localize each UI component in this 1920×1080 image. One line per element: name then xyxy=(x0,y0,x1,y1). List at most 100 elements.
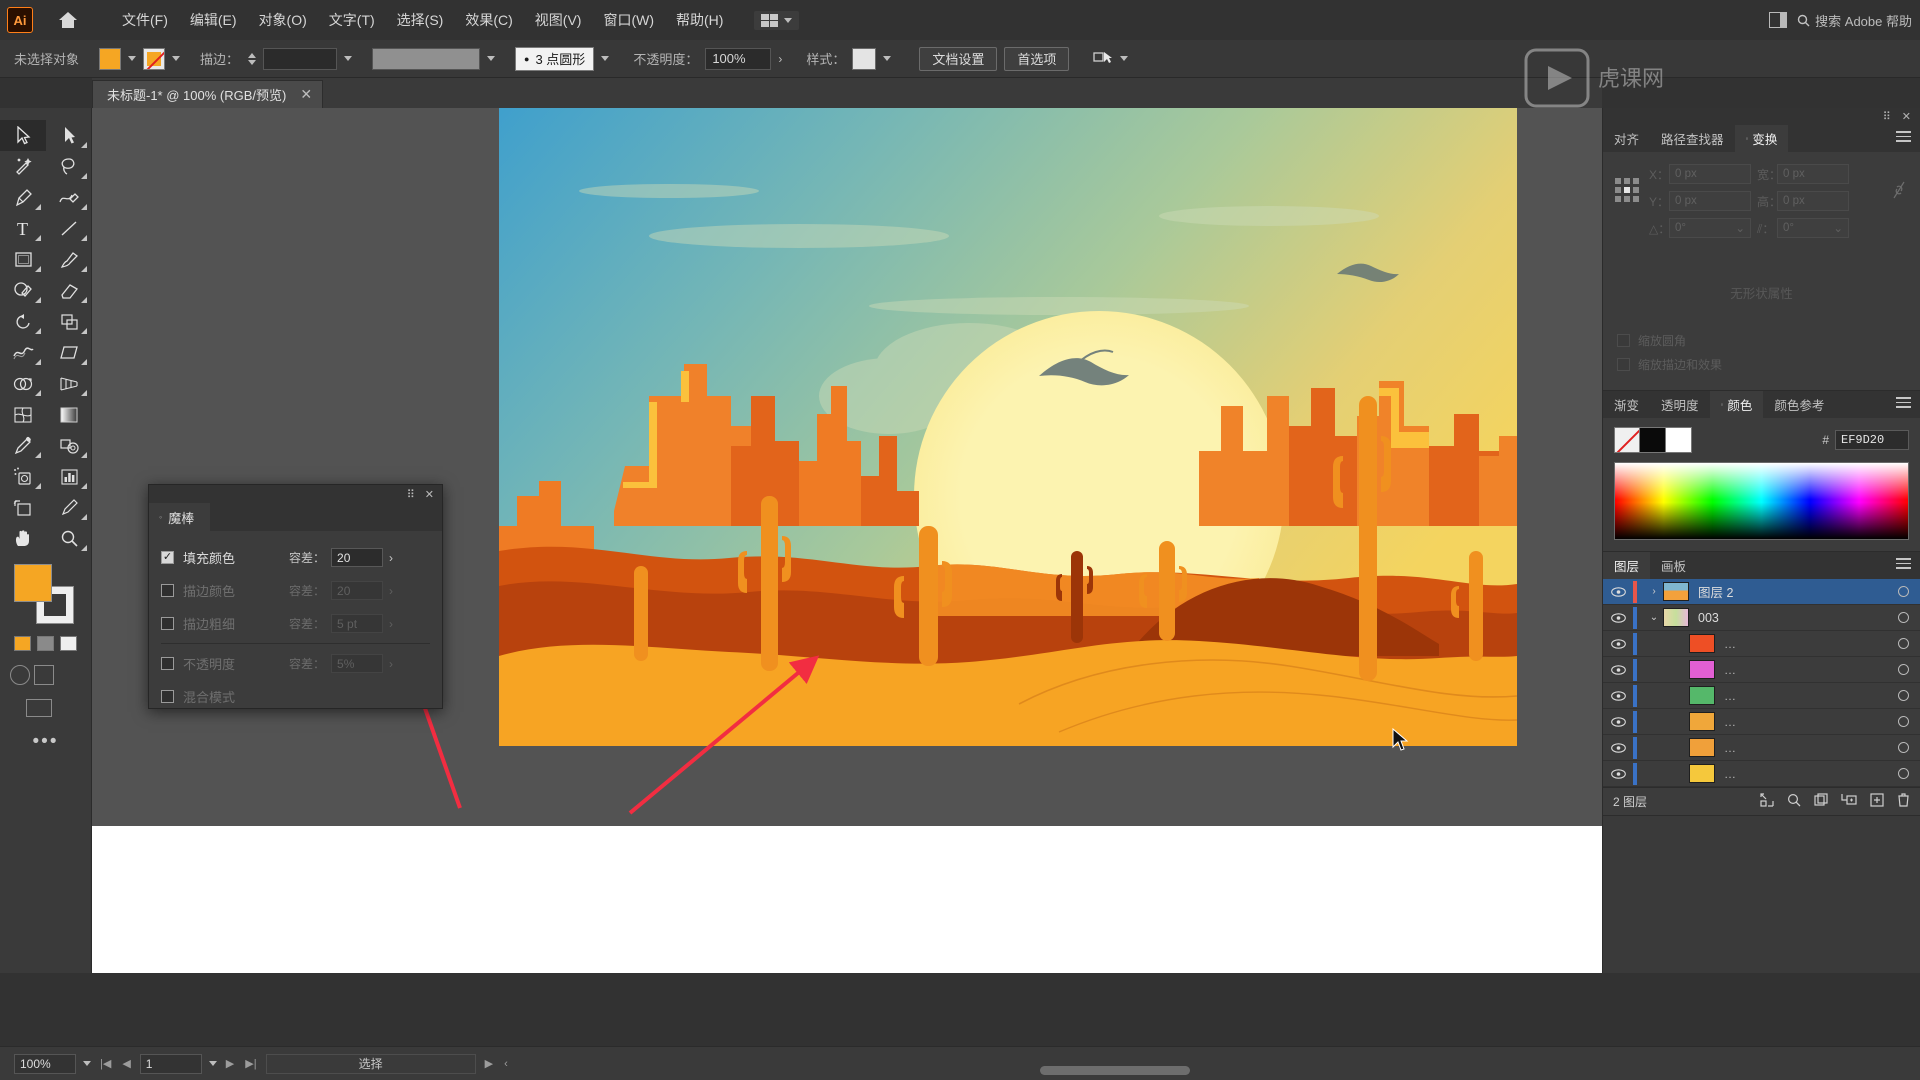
target-indicator[interactable] xyxy=(1886,716,1920,727)
scale-tool[interactable] xyxy=(46,306,92,337)
screen-mode-icon[interactable] xyxy=(26,699,52,717)
layer-name[interactable]: … xyxy=(1724,663,1738,677)
stroke-weight-input[interactable] xyxy=(263,47,338,70)
column-graph-tool[interactable] xyxy=(46,461,92,492)
app-logo[interactable]: Ai xyxy=(7,7,33,33)
eye-icon[interactable] xyxy=(1603,664,1633,675)
artboard-chevron-down-icon[interactable] xyxy=(208,1061,217,1066)
chevron-right-icon[interactable]: › xyxy=(1645,586,1663,597)
target-indicator[interactable] xyxy=(1886,664,1920,675)
layer-name[interactable]: … xyxy=(1724,689,1738,703)
layer-name[interactable]: 003 xyxy=(1698,611,1886,625)
status-expand-icon[interactable]: ▶ xyxy=(483,1057,495,1070)
make-clipping-mask-icon[interactable] xyxy=(1814,793,1828,810)
stroke-profile-chevron-down-icon[interactable] xyxy=(487,56,496,61)
scale-strokes-effects-option[interactable]: 缩放描边和效果 xyxy=(1617,356,1906,373)
tab-color[interactable]: ◦ 颜色 xyxy=(1709,391,1764,418)
layer-name[interactable]: … xyxy=(1724,715,1738,729)
document-tab[interactable]: 未标题-1* @ 100% (RGB/预览) ✕ xyxy=(92,80,324,108)
line-segment-tool[interactable] xyxy=(46,213,92,244)
w-input[interactable]: 0 px xyxy=(1777,164,1849,184)
gradient-button[interactable] xyxy=(37,636,54,651)
magic-wand-tool[interactable] xyxy=(0,151,46,182)
chevron-down-icon[interactable]: ⌄ xyxy=(1735,221,1745,235)
wand-row-fill-color[interactable]: 填充颜色 容差： 20 › xyxy=(161,541,430,574)
layer-thumbnail[interactable] xyxy=(1689,738,1715,757)
layer-thumbnail[interactable] xyxy=(1689,634,1715,653)
layer-thumbnail[interactable] xyxy=(1689,660,1715,679)
select-similar-chevron-down-icon[interactable] xyxy=(1120,56,1129,61)
draw-normal-mode[interactable] xyxy=(10,665,30,685)
menu-item-object[interactable]: 对象(O) xyxy=(248,4,318,36)
select-similar-icon[interactable] xyxy=(1093,50,1113,67)
zoom-level-input[interactable]: 100% xyxy=(14,1053,76,1074)
layer-row-sub-1[interactable]: … xyxy=(1603,631,1920,657)
selection-tool[interactable] xyxy=(0,120,46,151)
wand-row-stroke-weight[interactable]: 描边粗细 容差： 5 pt › xyxy=(161,607,430,640)
blend-tool[interactable] xyxy=(46,430,92,461)
stroke-color-swatch[interactable] xyxy=(143,47,166,70)
stroke-chevron-down-icon[interactable] xyxy=(172,56,181,61)
create-layer-icon[interactable] xyxy=(1870,793,1884,810)
panel-layout-icon[interactable] xyxy=(1769,12,1788,28)
edit-toolbar-icon[interactable]: ••• xyxy=(0,731,91,753)
paintbrush-tool[interactable] xyxy=(46,244,92,275)
direct-selection-tool[interactable] xyxy=(46,120,92,151)
target-indicator[interactable] xyxy=(1886,768,1920,779)
white-swatch[interactable] xyxy=(1666,427,1692,453)
home-icon[interactable] xyxy=(55,7,81,33)
layer-thumbnail[interactable] xyxy=(1689,686,1715,705)
status-info-field[interactable]: 选择 xyxy=(265,1053,476,1074)
delete-layer-icon[interactable] xyxy=(1897,793,1910,810)
menu-item-effect[interactable]: 效果(C) xyxy=(454,4,523,36)
blending-mode-checkbox[interactable] xyxy=(161,690,174,703)
brush-definition-dropdown[interactable]: ● 3 点圆形 xyxy=(515,46,595,71)
menu-item-edit[interactable]: 编辑(E) xyxy=(179,4,248,36)
fill-tolerance-input[interactable]: 20 xyxy=(331,548,384,567)
eye-icon[interactable] xyxy=(1603,638,1633,649)
mesh-tool[interactable] xyxy=(0,399,46,430)
stroke-weight-checkbox[interactable] xyxy=(161,617,174,630)
menu-item-type[interactable]: 文字(T) xyxy=(318,4,386,36)
collapse-icon[interactable]: ⠿ xyxy=(407,488,415,501)
last-artboard-button[interactable]: ▶| xyxy=(243,1057,258,1070)
search-icon[interactable] xyxy=(1787,793,1801,810)
symbol-sprayer-tool[interactable] xyxy=(0,461,46,492)
status-collapse-icon[interactable]: ‹ xyxy=(502,1058,510,1070)
layer-row-003[interactable]: ⌄ 003 xyxy=(1603,605,1920,631)
scale-corners-checkbox[interactable] xyxy=(1617,334,1630,347)
eye-icon[interactable] xyxy=(1603,586,1633,597)
search-input[interactable]: 搜索 Adobe 帮助 xyxy=(1797,11,1912,30)
black-swatch[interactable] xyxy=(1640,427,1666,453)
tab-transform[interactable]: ◦ 变换 xyxy=(1734,125,1789,152)
wand-row-blending-mode[interactable]: 混合模式 xyxy=(161,680,430,713)
artboard-desert-sunset[interactable] xyxy=(499,108,1517,746)
stroke-profile-preview[interactable] xyxy=(372,47,481,70)
hand-tool[interactable] xyxy=(0,523,46,554)
target-indicator[interactable] xyxy=(1886,638,1920,649)
free-transform-tool[interactable] xyxy=(46,337,92,368)
layer-name[interactable]: 图层 2 xyxy=(1698,582,1886,601)
panel-menu-icon[interactable] xyxy=(1896,558,1911,572)
shape-builder-tool[interactable] xyxy=(0,368,46,399)
fill-color-checkbox[interactable] xyxy=(161,551,174,564)
scale-strokes-effects-checkbox[interactable] xyxy=(1617,358,1630,371)
layer-name[interactable]: … xyxy=(1724,767,1738,781)
stroke-weight-stepper[interactable] xyxy=(248,52,257,65)
first-artboard-button[interactable]: |◀ xyxy=(98,1057,113,1070)
eye-icon[interactable] xyxy=(1603,612,1633,623)
fill-color-swatch[interactable] xyxy=(99,47,122,70)
x-input[interactable]: 0 px xyxy=(1669,164,1751,184)
close-icon[interactable]: ✕ xyxy=(300,86,312,103)
perspective-grid-tool[interactable] xyxy=(46,368,92,399)
next-artboard-button[interactable]: ▶ xyxy=(224,1057,236,1070)
wand-row-stroke-color[interactable]: 描边颜色 容差： 20 › xyxy=(161,574,430,607)
target-indicator[interactable] xyxy=(1886,742,1920,753)
tab-gradient[interactable]: 渐变 xyxy=(1603,391,1650,418)
create-sublayer-icon[interactable] xyxy=(1841,793,1857,810)
menu-item-window[interactable]: 窗口(W) xyxy=(592,4,665,36)
pen-tool[interactable] xyxy=(0,182,46,213)
tab-align[interactable]: 对齐 xyxy=(1603,125,1650,152)
menu-item-file[interactable]: 文件(F) xyxy=(111,4,179,36)
target-indicator[interactable] xyxy=(1886,690,1920,701)
